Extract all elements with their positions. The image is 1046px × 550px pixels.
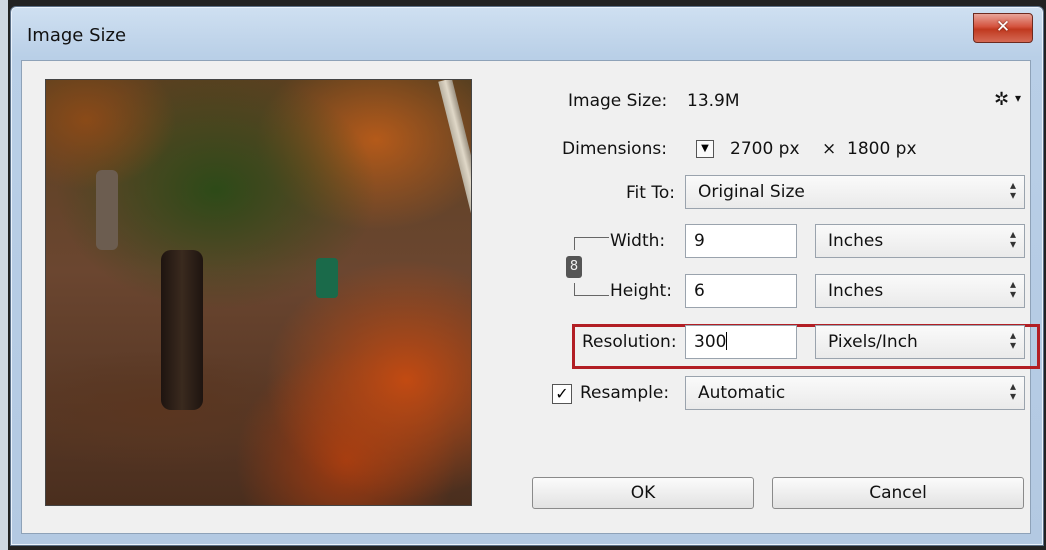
image-size-dialog: Image Size ✕ Image Size: 13.9M ✲ ▾ Dimen… bbox=[10, 6, 1044, 546]
width-unit-value: Inches bbox=[828, 231, 884, 251]
width-input[interactable]: 9 bbox=[685, 224, 797, 258]
width-unit-select[interactable]: Inches ▴ ▾ bbox=[815, 224, 1025, 258]
resolution-unit-select[interactable]: Pixels/Inch ▴ ▾ bbox=[815, 325, 1025, 359]
dimensions-width: 2700 px bbox=[730, 139, 800, 159]
dimensions-height: 1800 px bbox=[847, 139, 917, 159]
resolution-unit-value: Pixels/Inch bbox=[828, 332, 918, 352]
gear-menu-chevron-icon[interactable]: ▾ bbox=[1015, 91, 1021, 105]
gear-icon[interactable]: ✲ bbox=[994, 89, 1009, 110]
resample-label: Resample: bbox=[580, 383, 670, 403]
fit-to-value: Original Size bbox=[698, 182, 805, 202]
select-arrows-icon: ▴ ▾ bbox=[1009, 227, 1016, 251]
person-figure bbox=[316, 258, 338, 298]
dimensions-times: × bbox=[822, 139, 837, 159]
height-unit-value: Inches bbox=[828, 281, 884, 301]
dialog-body: Image Size: 13.9M ✲ ▾ Dimensions: ▼ 2700… bbox=[21, 60, 1040, 534]
width-label: Width: bbox=[610, 231, 666, 251]
dialog-title: Image Size bbox=[27, 25, 127, 46]
resolution-input[interactable]: 300 bbox=[685, 325, 797, 359]
height-label: Height: bbox=[610, 281, 672, 301]
link-bracket-top bbox=[574, 237, 609, 250]
cancel-button[interactable]: Cancel bbox=[772, 477, 1024, 509]
resample-select[interactable]: Automatic ▴ ▾ bbox=[685, 376, 1025, 410]
close-button[interactable]: ✕ bbox=[973, 13, 1033, 43]
chain-link-icon[interactable]: 8 bbox=[566, 256, 582, 278]
chevron-down-icon[interactable]: ▼ bbox=[696, 140, 714, 158]
birch-trunk bbox=[438, 80, 471, 237]
fit-to-select[interactable]: Original Size ▴ ▾ bbox=[685, 175, 1025, 209]
link-bracket-bottom bbox=[574, 283, 609, 296]
select-arrows-icon: ▴ ▾ bbox=[1009, 178, 1016, 202]
tree-trunk-back bbox=[96, 170, 118, 250]
select-arrows-icon: ▴ ▾ bbox=[1009, 277, 1016, 301]
fit-to-label: Fit To: bbox=[626, 183, 675, 203]
image-size-value: 13.9M bbox=[687, 91, 740, 111]
image-size-label: Image Size: bbox=[568, 91, 668, 111]
height-unit-select[interactable]: Inches ▴ ▾ bbox=[815, 274, 1025, 308]
text-caret bbox=[726, 332, 728, 350]
dimensions-label: Dimensions: bbox=[562, 139, 667, 159]
select-arrows-icon: ▴ ▾ bbox=[1009, 328, 1016, 352]
resample-value: Automatic bbox=[698, 383, 786, 403]
resample-checkbox[interactable]: ✓ bbox=[552, 384, 572, 404]
ok-button[interactable]: OK bbox=[532, 477, 754, 509]
height-input[interactable]: 6 bbox=[685, 274, 797, 308]
select-arrows-icon: ▴ ▾ bbox=[1009, 379, 1016, 403]
resolution-label: Resolution: bbox=[582, 332, 677, 352]
tree-trunk bbox=[161, 250, 203, 410]
image-preview[interactable] bbox=[45, 79, 472, 506]
resolution-value: 300 bbox=[694, 332, 727, 352]
